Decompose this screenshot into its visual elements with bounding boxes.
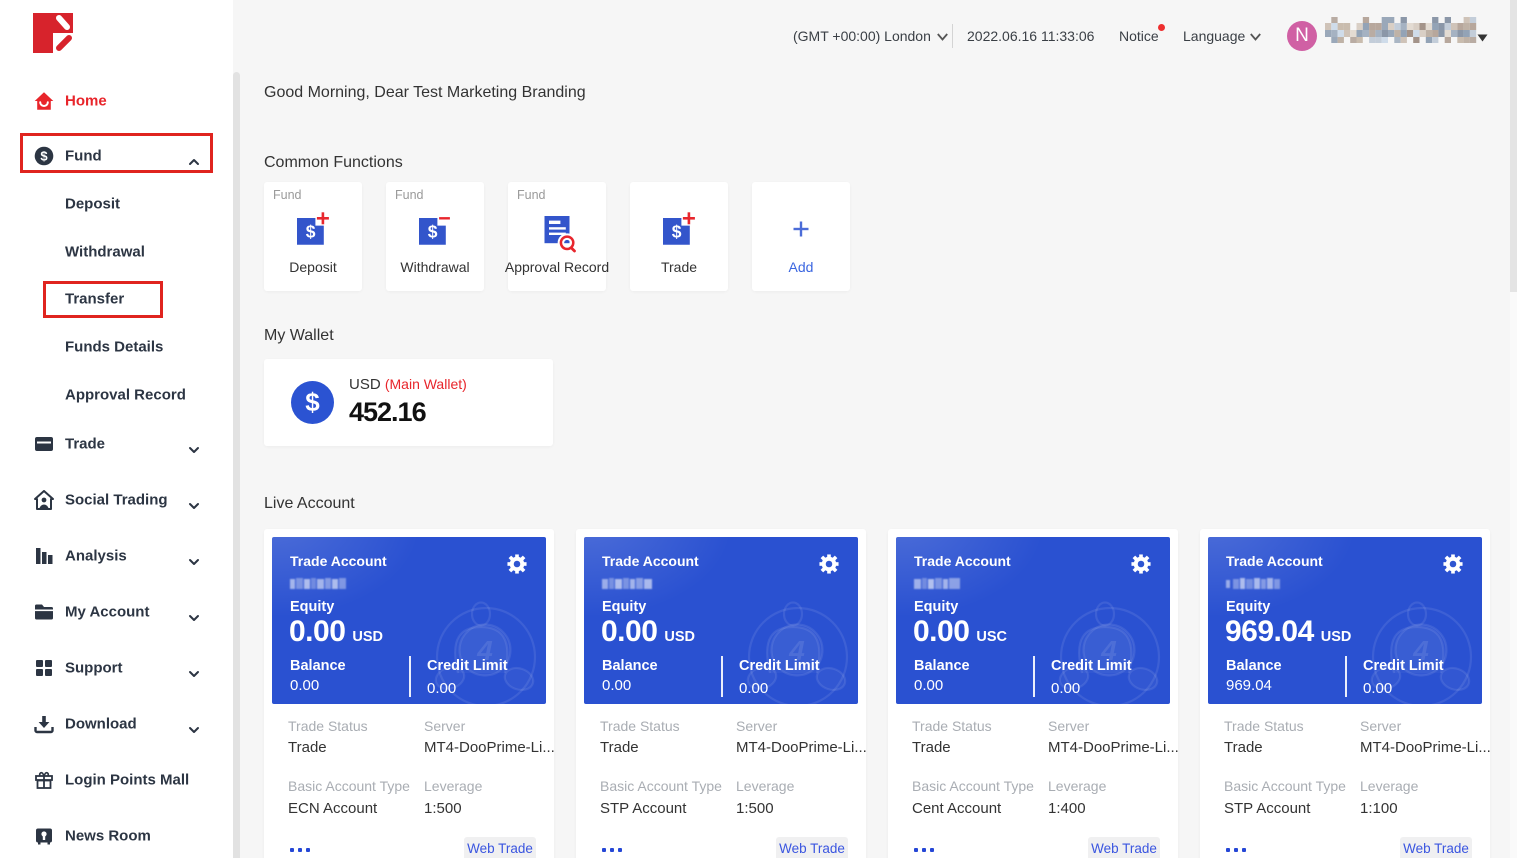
- svg-text:$: $: [428, 221, 438, 241]
- svg-text:$: $: [672, 221, 682, 241]
- svg-text:$: $: [40, 149, 48, 164]
- svg-text:$: $: [306, 221, 316, 241]
